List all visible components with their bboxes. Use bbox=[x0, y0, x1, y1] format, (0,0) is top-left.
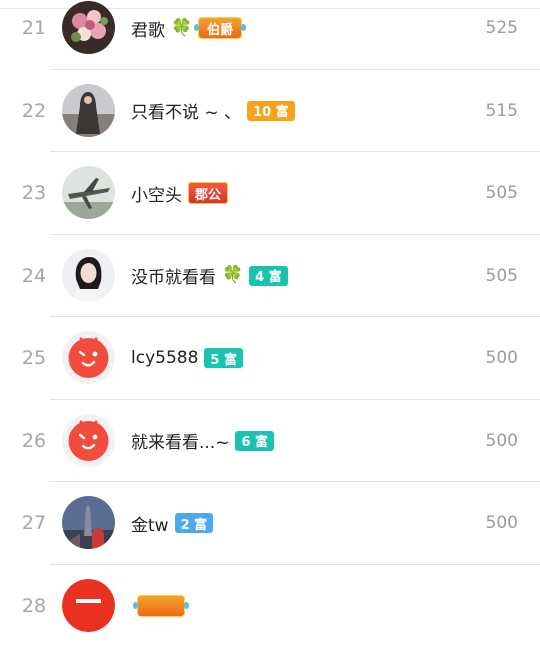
avatar[interactable] bbox=[62, 249, 115, 302]
avatar[interactable] bbox=[62, 331, 115, 384]
rank-number: 28 bbox=[14, 565, 54, 647]
clover-icon: 🍀 bbox=[222, 267, 243, 284]
ranking-list: 21 君歌 🍀 伯爵 525 22 bbox=[0, 0, 540, 647]
list-item[interactable]: 27 金tw 2 富 500 bbox=[0, 482, 540, 565]
avatar[interactable] bbox=[62, 496, 115, 549]
wealth-level-badge: 6 富 bbox=[235, 431, 274, 451]
avatar[interactable] bbox=[62, 579, 115, 632]
noble-rank-badge bbox=[137, 595, 185, 617]
list-item[interactable]: 24 没币就看看 🍀 4 富 505 bbox=[0, 235, 540, 318]
score-value: 515 bbox=[486, 70, 518, 152]
clover-icon: 🍀 bbox=[171, 20, 192, 37]
rank-number: 26 bbox=[14, 400, 54, 482]
noble-rank-badge: 郡公 bbox=[188, 182, 228, 204]
user-name[interactable]: 没币就看看 bbox=[131, 263, 216, 288]
wealth-level-badge: 4 富 bbox=[249, 266, 288, 286]
wealth-level-badge: 5 富 bbox=[204, 348, 243, 368]
user-name[interactable]: lcy5588 bbox=[131, 348, 198, 368]
noble-rank-badge: 伯爵 bbox=[198, 17, 242, 39]
score-value: 525 bbox=[486, 0, 518, 69]
avatar[interactable] bbox=[62, 84, 115, 137]
list-item[interactable]: 26 就来看看...~ 6 富 500 bbox=[0, 400, 540, 483]
wealth-level-badge: 10 富 bbox=[247, 101, 295, 121]
score-value: 500 bbox=[486, 400, 518, 482]
user-name[interactable]: 只看不说 ~ 、 bbox=[131, 98, 241, 123]
rank-number: 25 bbox=[14, 317, 54, 399]
score-value: 500 bbox=[486, 317, 518, 399]
wealth-level-badge: 2 富 bbox=[175, 513, 214, 533]
user-name[interactable]: 金tw bbox=[131, 511, 169, 536]
list-item[interactable]: 23 小空头 郡公 505 bbox=[0, 152, 540, 235]
list-item[interactable]: 21 君歌 🍀 伯爵 525 bbox=[0, 0, 540, 70]
user-name[interactable]: 小空头 bbox=[131, 181, 182, 206]
avatar[interactable] bbox=[62, 1, 115, 54]
rank-number: 22 bbox=[14, 70, 54, 152]
list-item[interactable]: 28 bbox=[0, 565, 540, 647]
list-item[interactable]: 25 lcy5588 5 富 500 bbox=[0, 317, 540, 400]
user-name[interactable]: 君歌 bbox=[131, 16, 165, 41]
score-value: 500 bbox=[486, 482, 518, 564]
user-name[interactable]: 就来看看...~ bbox=[131, 428, 229, 453]
score-value: 505 bbox=[486, 152, 518, 234]
score-value: 505 bbox=[486, 235, 518, 317]
rank-number: 21 bbox=[14, 0, 54, 69]
list-item[interactable]: 22 只看不说 ~ 、 10 富 515 bbox=[0, 70, 540, 153]
rank-number: 24 bbox=[14, 235, 54, 317]
avatar[interactable] bbox=[62, 414, 115, 467]
rank-number: 27 bbox=[14, 482, 54, 564]
rank-number: 23 bbox=[14, 152, 54, 234]
avatar[interactable] bbox=[62, 166, 115, 219]
